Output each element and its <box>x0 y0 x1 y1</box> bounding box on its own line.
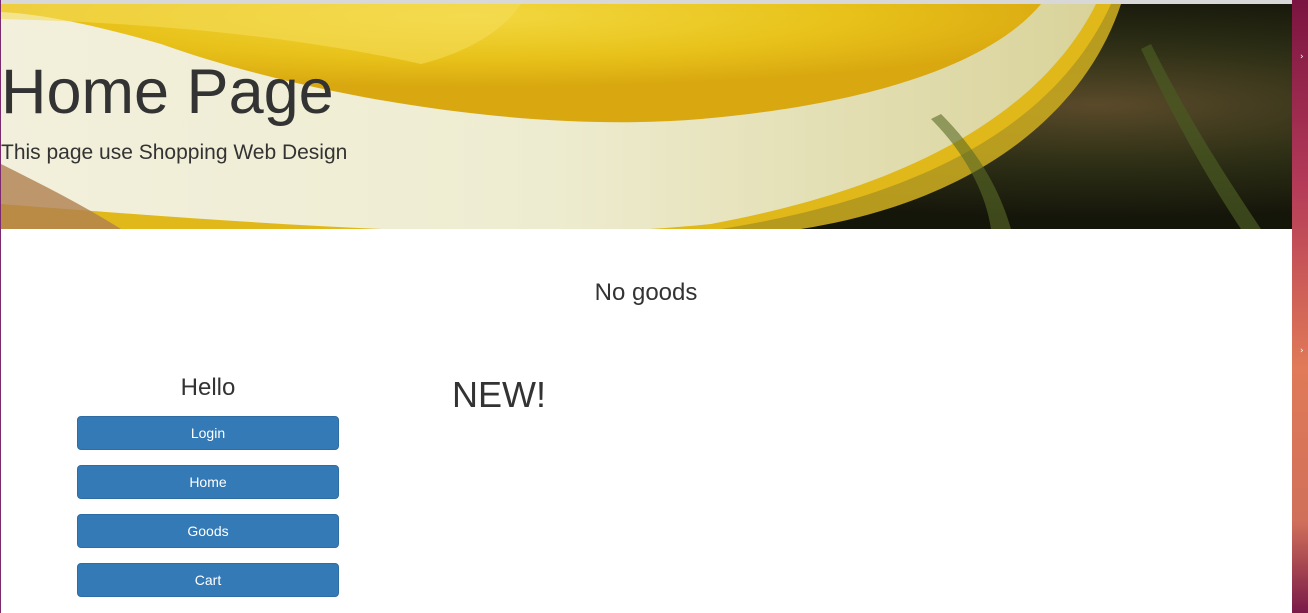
chevron-right-icon[interactable]: › <box>1300 346 1308 356</box>
chevron-right-icon[interactable]: › <box>1300 52 1308 62</box>
page-subtitle: This page use Shopping Web Design <box>1 141 348 164</box>
cart-button[interactable]: Cart <box>77 563 339 597</box>
sidebar: Hello Login Home Goods Cart <box>77 372 339 612</box>
hero-banner: Home Page This page use Shopping Web Des… <box>1 4 1292 229</box>
goods-button[interactable]: Goods <box>77 514 339 548</box>
window-left-edge <box>0 0 1 613</box>
home-button[interactable]: Home <box>77 465 339 499</box>
page-title: Home Page <box>1 57 334 127</box>
new-section-heading: NEW! <box>452 374 546 415</box>
page: Home Page This page use Shopping Web Des… <box>0 0 1308 613</box>
empty-goods-message: No goods <box>594 279 698 306</box>
desktop-side-panel <box>1292 0 1308 613</box>
login-button[interactable]: Login <box>77 416 339 450</box>
sidebar-greeting: Hello <box>180 374 236 401</box>
